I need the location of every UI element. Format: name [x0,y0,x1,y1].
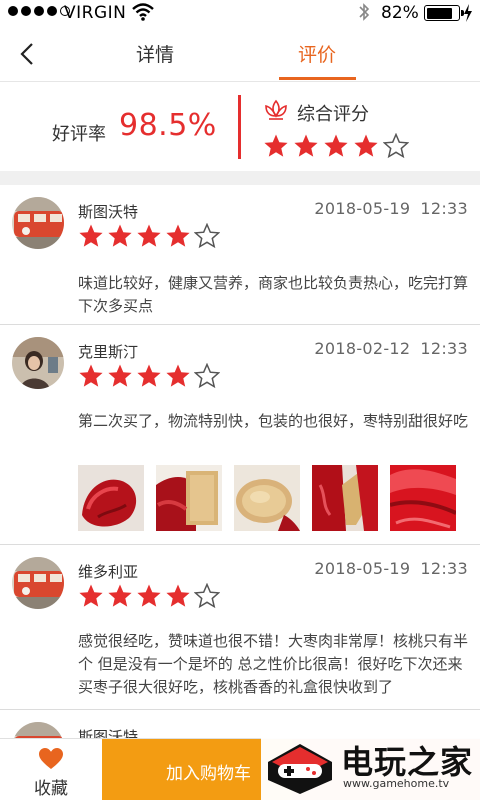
review-photo[interactable] [234,465,300,531]
status-bar: VIRGIN 82% [0,0,480,26]
star-empty-icon [194,583,220,609]
review-stars [78,363,220,389]
review-photo[interactable] [390,465,456,531]
review-photo[interactable] [312,465,378,531]
carrier-name: VIRGIN [64,3,127,23]
star-filled-icon [137,224,161,247]
star-filled-icon [166,224,190,247]
review-stars [78,583,220,609]
review-datetime: 2018-05-19 12:33 [314,559,468,578]
battery-icon [424,5,464,21]
reviewer-name: 克里斯汀 [78,343,139,361]
star-filled-icon [137,584,161,607]
bluetooth-icon [359,3,370,21]
top-nav: 详情 评价 [0,26,480,82]
favorite-button[interactable]: 收藏 [0,739,102,800]
heart-icon [39,748,63,769]
review-item: 维多利亚 2018-05-19 12:33 感觉很经吃，赞味道也很不错！大枣肉非常… [0,545,480,710]
star-filled-icon [324,134,348,157]
gamepad-logo-icon [268,744,332,794]
star-filled-icon [79,224,103,247]
tab-reviews[interactable]: 评价 [298,40,336,67]
star-filled-icon [108,584,132,607]
signal-strength-icon [8,6,70,16]
review-text: 味道比较好，健康又营养，商家也比较负责热心，吃完打算下次多买点 [78,274,469,315]
gamehome-watermark: 电玩之家 www.gamehome.tv [261,734,480,800]
overall-rating-label: 综合评分 [297,104,369,125]
review-stars [78,223,220,249]
star-filled-icon [264,134,288,157]
star-filled-icon [294,134,318,157]
review-text: 感觉很经吃，赞味道也很不错！大枣肉非常厚！核桃只有半个 但是没有一个是坏的 总之… [78,632,469,696]
review-datetime: 2018-02-12 12:33 [314,339,468,358]
review-photo[interactable] [78,465,144,531]
watermark-url: www.gamehome.tv [343,777,450,790]
star-filled-icon [354,134,378,157]
overall-rating-stars [263,133,409,159]
star-filled-icon [137,364,161,387]
review-photos [78,465,456,531]
summary-divider [238,95,241,159]
back-arrow-icon[interactable] [14,40,42,68]
positive-rate-label: 好评率 [52,124,106,145]
review-item: 斯图沃特 2018-05-19 12:33 味道比较好，健康又营养，商家也比较负责… [0,185,480,325]
avatar [12,197,64,249]
star-empty-icon [194,223,220,249]
review-datetime: 2018-05-19 12:33 [314,199,468,218]
wifi-icon [132,3,154,21]
review-text: 第二次买了，物流特别快，包装的也很好，枣特别甜很好吃 [78,412,469,430]
star-filled-icon [108,364,132,387]
favorite-label: 收藏 [34,779,68,799]
active-tab-indicator [279,77,356,80]
star-empty-icon [383,133,409,159]
add-to-cart-label: 加入购物车 [166,764,251,784]
star-filled-icon [79,584,103,607]
avatar [12,557,64,609]
rating-summary: 好评率 98.5% 综合评分 [0,83,480,171]
review-item: 克里斯汀 2018-02-12 12:33 第二次买了，物流特别快，包装的也很好，… [0,325,480,545]
charging-icon [464,4,472,22]
reviewer-name: 斯图沃特 [78,203,139,221]
positive-rate-value: 98.5% [119,108,217,143]
star-filled-icon [166,584,190,607]
avatar [12,337,64,389]
battery-percent: 82% [381,3,419,23]
reviewer-name: 维多利亚 [78,563,139,581]
star-filled-icon [166,364,190,387]
star-empty-icon [194,363,220,389]
star-filled-icon [79,364,103,387]
section-separator [0,171,480,185]
tab-details[interactable]: 详情 [136,40,174,67]
lotus-icon [265,99,287,120]
star-filled-icon [108,224,132,247]
review-photo[interactable] [156,465,222,531]
